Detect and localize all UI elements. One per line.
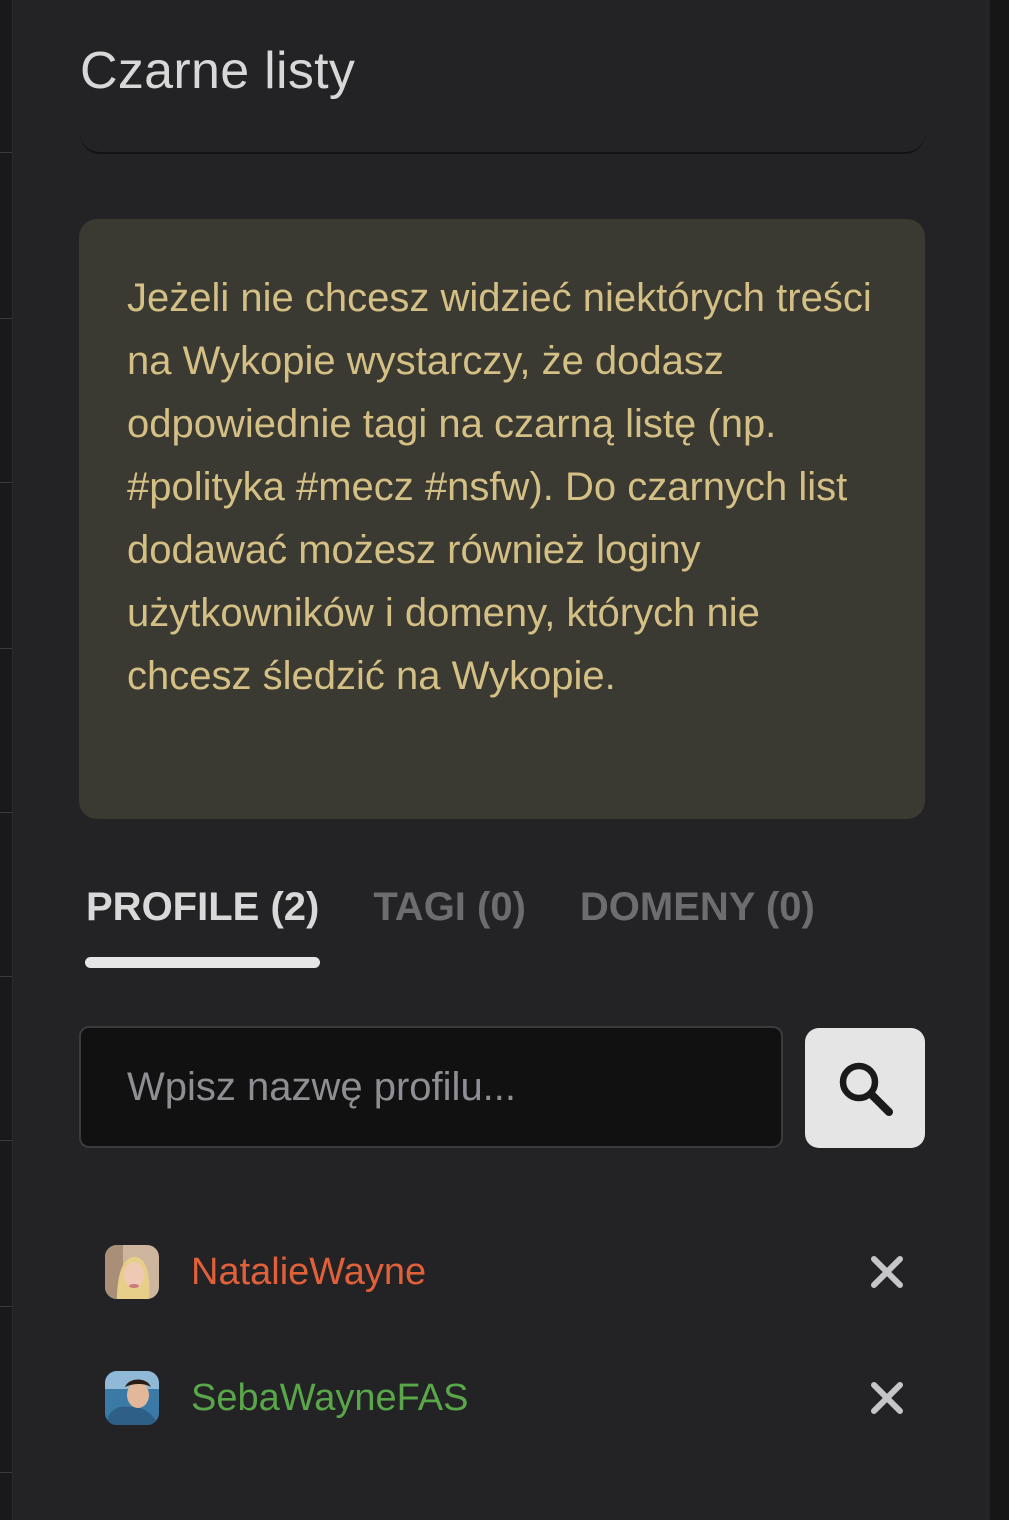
close-icon[interactable] xyxy=(869,1380,905,1416)
avatar[interactable] xyxy=(105,1245,159,1299)
scrollbar-track[interactable] xyxy=(990,0,1009,1520)
rail-divider xyxy=(0,648,12,649)
title-divider xyxy=(80,128,925,154)
tab-profiles[interactable]: PROFILE (2) xyxy=(86,880,319,934)
blacklist-tabs: PROFILE (2) TAGI (0) DOMENY (0) xyxy=(86,880,815,934)
rail-divider xyxy=(0,1472,12,1473)
rail-divider xyxy=(0,318,12,319)
list-item: NatalieWayne xyxy=(105,1242,905,1302)
profile-link[interactable]: SebaWayneFAS xyxy=(191,1373,468,1423)
search-button[interactable] xyxy=(805,1028,925,1148)
tab-domains[interactable]: DOMENY (0) xyxy=(580,880,815,934)
left-rail xyxy=(0,0,13,1520)
rail-divider xyxy=(0,976,12,977)
tab-tags[interactable]: TAGI (0) xyxy=(373,880,526,934)
profile-search-input[interactable] xyxy=(79,1026,783,1148)
profile-link[interactable]: NatalieWayne xyxy=(191,1247,426,1297)
info-notice-text: Jeżeli nie chcesz widzieć niektórych tre… xyxy=(127,276,872,698)
avatar[interactable] xyxy=(105,1371,159,1425)
list-item: SebaWayneFAS xyxy=(105,1368,905,1428)
close-icon[interactable] xyxy=(869,1254,905,1290)
search-icon xyxy=(839,1062,893,1116)
rail-divider xyxy=(0,1306,12,1307)
info-notice: Jeżeli nie chcesz widzieć niektórych tre… xyxy=(79,219,925,819)
rail-divider xyxy=(0,1140,12,1141)
rail-divider xyxy=(0,812,12,813)
active-tab-indicator xyxy=(85,957,320,968)
rail-divider xyxy=(0,482,12,483)
page-title: Czarne listy xyxy=(80,42,356,100)
rail-divider xyxy=(0,152,12,153)
